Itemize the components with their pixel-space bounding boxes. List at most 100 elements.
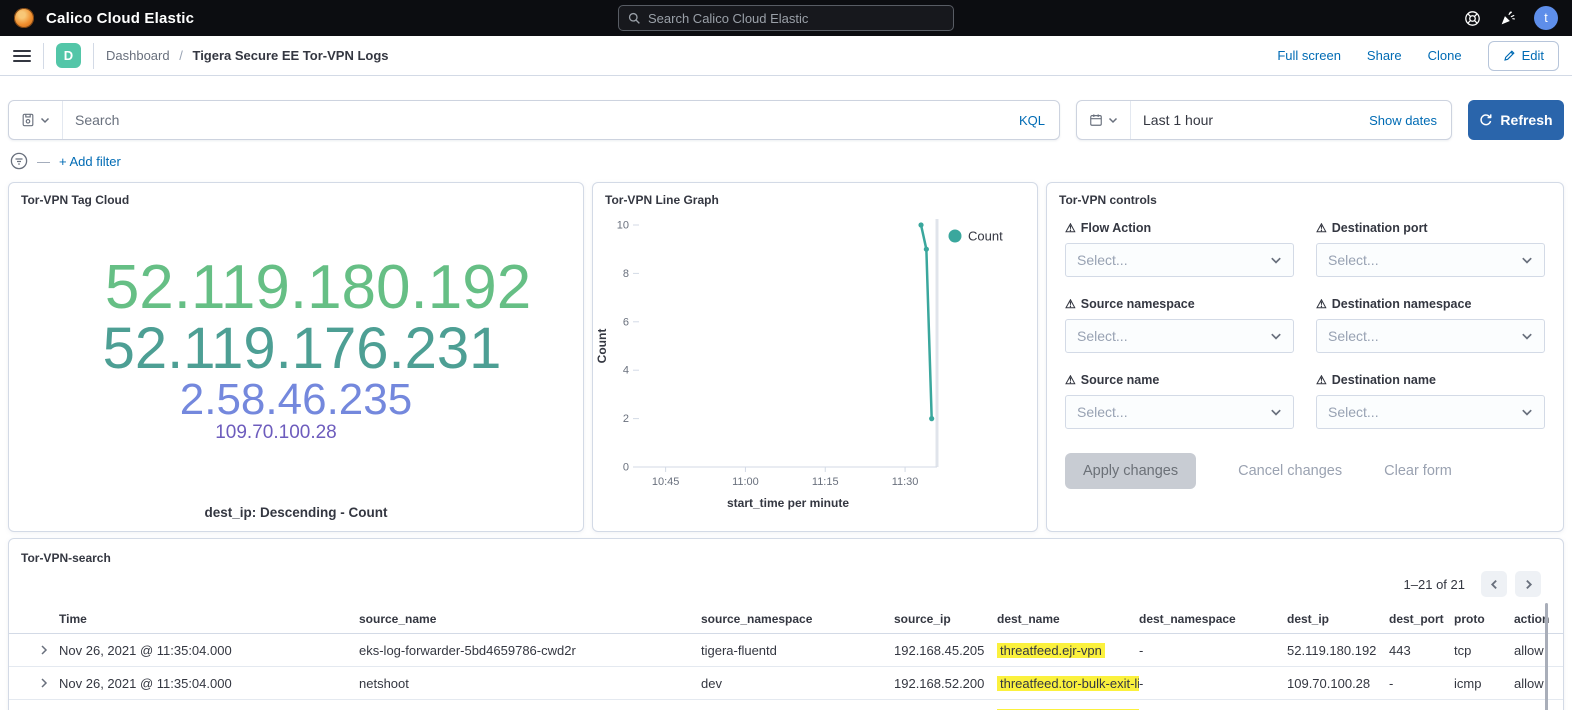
control-field-destination-namespace: ⚠Destination namespaceSelect...	[1316, 297, 1545, 353]
legend-label[interactable]: Count	[968, 229, 1003, 244]
breadcrumb: Dashboard / Tigera Secure EE Tor-VPN Log…	[106, 48, 389, 63]
user-avatar[interactable]: t	[1534, 6, 1558, 30]
control-field-flow-action: ⚠Flow Action Select...	[1065, 221, 1294, 277]
svg-text:10:45: 10:45	[652, 476, 680, 488]
clone-link[interactable]: Clone	[1428, 48, 1462, 63]
add-filter-link[interactable]: + Add filter	[59, 154, 121, 169]
table-cell: threatfeed.ejr-vpn	[997, 643, 1139, 658]
tag-cloud-term[interactable]: 2.58.46.235	[180, 378, 412, 423]
news-party-popper-icon[interactable]	[1499, 10, 1516, 27]
expand-row-button[interactable]	[9, 645, 59, 655]
table-cell: Nov 26, 2021 @ 11:35:04.000	[59, 676, 359, 691]
column-header-time[interactable]: Time	[59, 612, 359, 626]
tag-cloud-term[interactable]: 52.119.180.192	[105, 256, 531, 319]
highlighted-value: threatfeed.tor-bulk-exit-list	[997, 676, 1139, 691]
apply-changes-button[interactable]: Apply changes	[1065, 453, 1196, 489]
table-cell: tcp	[1454, 643, 1514, 658]
field-label: ⚠Flow Action	[1065, 221, 1294, 235]
chevron-down-icon	[1521, 330, 1533, 342]
table-cell: Nov 26, 2021 @ 11:35:04.000	[59, 643, 359, 658]
table-cell: icmp	[1454, 676, 1514, 691]
field-label: ⚠Destination name	[1316, 373, 1545, 387]
table-cell: -	[1139, 643, 1287, 658]
table-row: Nov 26, 2021 @ 11:35:04.000netshootdev19…	[9, 667, 1563, 700]
query-row: Search KQL Last 1 hour Show dates Refres…	[8, 100, 1564, 140]
global-search-input[interactable]: Search Calico Cloud Elastic	[618, 5, 954, 31]
chevron-down-icon	[1270, 406, 1282, 418]
svg-text:0: 0	[623, 462, 629, 474]
column-header-dest_port[interactable]: dest_port	[1389, 612, 1454, 626]
table-cell: netshoot	[359, 676, 701, 691]
clear-form-button[interactable]: Clear form	[1384, 463, 1452, 479]
help-icon[interactable]	[1464, 10, 1481, 27]
control-field-source-name: ⚠Source name Select...	[1065, 373, 1294, 429]
panel-controls: Tor-VPN controls ⚠Flow ActionSelect...⚠D…	[1046, 182, 1564, 532]
column-header-dest_name[interactable]: dest_name	[997, 612, 1139, 626]
source-name-select[interactable]: Select...	[1065, 395, 1294, 429]
divider	[43, 43, 44, 69]
previous-page-button[interactable]	[1481, 571, 1507, 597]
search-input-placeholder: Search	[63, 112, 119, 128]
controls-grid: ⚠Flow Action Select... ⚠Destination port Se…	[1065, 221, 1545, 429]
flow-action-select[interactable]: Select...	[1065, 243, 1294, 277]
warning-icon: ⚠	[1065, 298, 1076, 310]
cancel-changes-button[interactable]: Cancel changes	[1238, 463, 1342, 479]
field-label: ⚠Destination port	[1316, 221, 1545, 235]
panel-title: Tor-VPN Tag Cloud	[9, 183, 583, 211]
column-header-proto[interactable]: proto	[1454, 612, 1514, 626]
tag-cloud-term[interactable]: 109.70.100.28	[215, 423, 337, 442]
table-cell: 52.119.180.192	[1287, 643, 1389, 658]
destination-namespace-select[interactable]: Select...	[1316, 319, 1545, 353]
panel-title: Tor-VPN-search	[9, 541, 1563, 569]
table-cell: -	[1139, 676, 1287, 691]
svg-text:11:00: 11:00	[732, 476, 759, 488]
legend-swatch[interactable]	[949, 230, 962, 243]
source-namespace-select[interactable]: Select...	[1065, 319, 1294, 353]
refresh-button[interactable]: Refresh	[1468, 100, 1564, 140]
column-header-dest_namespace[interactable]: dest_namespace	[1139, 612, 1287, 626]
warning-icon: ⚠	[1316, 222, 1327, 234]
column-header-source_name[interactable]: source_name	[359, 612, 701, 626]
refresh-icon	[1479, 113, 1493, 127]
dashboard-badge[interactable]: D	[56, 43, 81, 68]
share-link[interactable]: Share	[1367, 48, 1402, 63]
svg-text:10: 10	[617, 220, 629, 232]
edit-button[interactable]: Edit	[1488, 41, 1559, 71]
time-range-value[interactable]: Last 1 hour	[1131, 112, 1213, 128]
tag-cloud-words: 52.119.180.19252.119.176.2312.58.46.2351…	[9, 213, 583, 485]
breadcrumb-bar: D Dashboard / Tigera Secure EE Tor-VPN L…	[0, 36, 1572, 76]
table-cell: 192.168.45.205	[894, 643, 997, 658]
destination-port-select[interactable]: Select...	[1316, 243, 1545, 277]
tag-cloud-term[interactable]: 52.119.176.231	[103, 319, 502, 378]
chevron-down-icon	[1521, 406, 1533, 418]
kql-toggle[interactable]: KQL	[1019, 113, 1059, 128]
breadcrumb-root[interactable]: Dashboard	[106, 48, 170, 63]
expand-row-button[interactable]	[9, 678, 59, 688]
panel-title: Tor-VPN Line Graph	[593, 183, 1037, 211]
full-screen-link[interactable]: Full screen	[1277, 48, 1341, 63]
table-cell: tigera-fluentd	[701, 643, 894, 658]
next-page-button[interactable]	[1515, 571, 1541, 597]
global-search-placeholder: Search Calico Cloud Elastic	[648, 11, 808, 26]
table-scrollbar[interactable]	[1545, 603, 1548, 710]
kql-search-bar[interactable]: Search KQL	[8, 100, 1060, 140]
table-row: Nov 26, 2021 @ 11:35:04.000eks-log-forwa…	[9, 634, 1563, 667]
svg-text:6: 6	[623, 316, 629, 328]
global-header: Calico Cloud Elastic Search Calico Cloud…	[0, 0, 1572, 36]
date-range-picker[interactable]: Last 1 hour Show dates	[1076, 100, 1452, 140]
filter-icon[interactable]	[10, 152, 28, 170]
field-label: ⚠Source name	[1065, 373, 1294, 387]
pencil-icon	[1503, 49, 1516, 62]
destination-name-select[interactable]: Select...	[1316, 395, 1545, 429]
saved-query-menu[interactable]	[9, 101, 63, 139]
column-header-dest_ip[interactable]: dest_ip	[1287, 612, 1389, 626]
panel-title: Tor-VPN controls	[1047, 183, 1563, 211]
calendar-menu[interactable]	[1077, 101, 1131, 139]
menu-hamburger-icon[interactable]	[13, 50, 31, 62]
column-header-source_namespace[interactable]: source_namespace	[701, 612, 894, 626]
calico-logo-icon[interactable]	[14, 8, 34, 28]
column-header-action[interactable]: action	[1514, 612, 1563, 626]
chevron-down-icon	[40, 115, 50, 125]
show-dates-link[interactable]: Show dates	[1369, 113, 1451, 128]
column-header-source_ip[interactable]: source_ip	[894, 612, 997, 626]
